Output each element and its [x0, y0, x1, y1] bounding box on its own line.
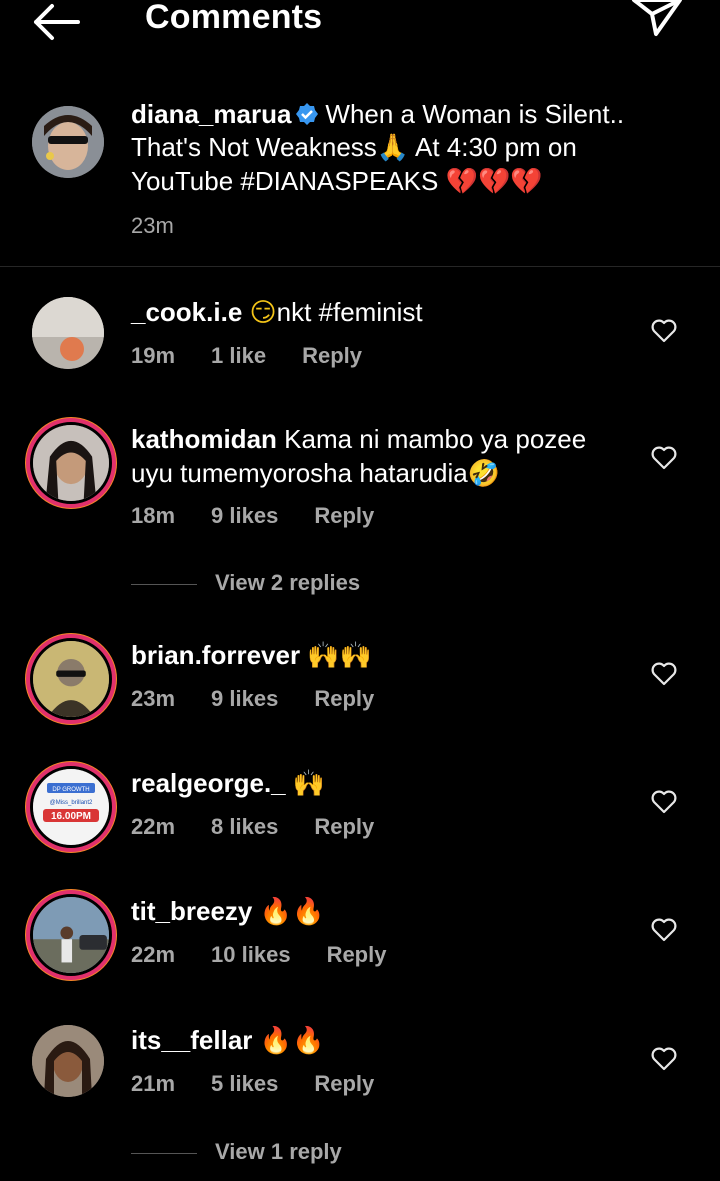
reply-button[interactable]: Reply — [314, 686, 374, 711]
view-replies-label[interactable]: View 2 replies — [215, 570, 360, 595]
post-caption: diana_marua When a Woman is Silent.. That… — [0, 96, 720, 267]
verified-badge-icon — [296, 103, 319, 125]
reply-button[interactable]: Reply — [302, 343, 362, 368]
caption-line-1: When a Woman is Silent.. — [325, 99, 625, 129]
comment-text: realgeorge._ 🙌 — [131, 766, 621, 801]
comment-username[interactable]: tit_breezy — [131, 896, 252, 926]
caption-timestamp: 23m — [131, 213, 174, 238]
comment-username[interactable]: kathomidan — [131, 424, 277, 454]
reply-button[interactable]: Reply — [314, 1071, 374, 1096]
comment-meta: 21m 5 likes Reply — [131, 1071, 410, 1097]
comment-time: 22m — [131, 942, 176, 967]
view-replies-button[interactable]: View 1 reply — [131, 1139, 342, 1165]
heart-outline-icon[interactable] — [651, 918, 677, 942]
pray-emoji-icon: 🙏 — [376, 133, 410, 163]
comment-meta: 19m 1 like Reply — [131, 343, 398, 369]
caption-username[interactable]: diana_marua — [131, 99, 291, 129]
like-count[interactable]: 9 likes — [211, 503, 278, 528]
avatar[interactable]: DP GROWTH @Miss_brillant2 16.00PM — [30, 766, 112, 848]
reply-button[interactable]: Reply — [314, 814, 374, 839]
avatar-text-2: @Miss_brillant2 — [50, 800, 93, 806]
avatar[interactable] — [30, 422, 112, 504]
comment-time: 23m — [131, 686, 176, 711]
comment-meta: 18m 9 likes Reply — [131, 503, 410, 529]
comment-meta: 22m 8 likes Reply — [131, 814, 410, 840]
comment-time: 18m — [131, 503, 176, 528]
heart-outline-icon[interactable] — [651, 662, 677, 686]
like-count[interactable]: 8 likes — [211, 814, 278, 839]
avatar[interactable] — [30, 638, 112, 720]
like-count[interactable]: 5 likes — [211, 1071, 278, 1096]
caption-line-2: That's Not Weakness — [131, 132, 377, 162]
comment-text: kathomidan Kama ni mambo ya pozee uyu tu… — [131, 422, 621, 491]
raised-hands-emoji-icon: 🙌 — [292, 769, 326, 799]
reply-button[interactable]: Reply — [314, 503, 374, 528]
comment-username[interactable]: realgeorge._ — [131, 768, 286, 798]
view-replies-label[interactable]: View 1 reply — [215, 1139, 342, 1164]
back-arrow-icon[interactable] — [30, 0, 82, 44]
heart-outline-icon[interactable] — [651, 790, 677, 814]
broken-heart-emoji-icon: 💔💔💔 — [445, 167, 543, 197]
comment-meta: 23m 9 likes Reply — [131, 686, 410, 712]
reply-thread-line — [131, 583, 197, 585]
like-count[interactable]: 10 likes — [211, 942, 291, 967]
caption-text: diana_marua When a Woman is Silent.. That… — [131, 98, 691, 199]
rolling-laugh-emoji-icon: 🤣 — [467, 459, 501, 489]
page-title: Comments — [145, 0, 323, 36]
comment-username[interactable]: its__fellar — [131, 1025, 252, 1055]
fire-emoji-icon: 🔥🔥 — [259, 897, 325, 927]
comment-time: 21m — [131, 1071, 176, 1096]
smirk-emoji-icon: 😏 — [249, 298, 277, 328]
top-bar: Comments — [0, 0, 720, 60]
fire-emoji-icon: 🔥🔥 — [259, 1026, 325, 1056]
comment-text: brian.forrever 🙌🙌 — [131, 638, 621, 673]
like-count[interactable]: 1 like — [211, 343, 266, 368]
heart-outline-icon[interactable] — [651, 1047, 677, 1071]
reply-button[interactable]: Reply — [327, 942, 387, 967]
like-count[interactable]: 9 likes — [211, 686, 278, 711]
comment-body: nkt #feminist — [276, 297, 423, 327]
heart-outline-icon[interactable] — [651, 446, 677, 470]
heart-outline-icon[interactable] — [651, 319, 677, 343]
avatar-text-1: DP GROWTH — [52, 787, 89, 793]
avatar-text-3: 16.00PM — [51, 811, 91, 822]
avatar[interactable] — [32, 1025, 104, 1097]
comment-text: tit_breezy 🔥🔥 — [131, 894, 621, 929]
comment-username[interactable]: _cook.i.e — [131, 297, 242, 327]
avatar[interactable] — [32, 297, 104, 369]
comment-meta: 22m 10 likes Reply — [131, 942, 422, 968]
avatar[interactable] — [30, 894, 112, 976]
caption-line-3: YouTube #DIANASPEAKS — [131, 166, 446, 196]
comment-username[interactable]: brian.forrever — [131, 640, 300, 670]
send-icon[interactable] — [630, 0, 684, 42]
caption-line-2b: At 4:30 pm on — [409, 132, 577, 162]
comment-text: _cook.i.e 😏nkt #feminist — [131, 295, 621, 330]
view-replies-button[interactable]: View 2 replies — [131, 570, 360, 596]
raised-hands-emoji-icon: 🙌🙌 — [307, 641, 373, 671]
comment-time: 22m — [131, 814, 176, 839]
comment-text: its__fellar 🔥🔥 — [131, 1023, 621, 1058]
comment-time: 19m — [131, 343, 176, 368]
reply-thread-line — [131, 1152, 197, 1154]
avatar[interactable] — [32, 106, 104, 178]
